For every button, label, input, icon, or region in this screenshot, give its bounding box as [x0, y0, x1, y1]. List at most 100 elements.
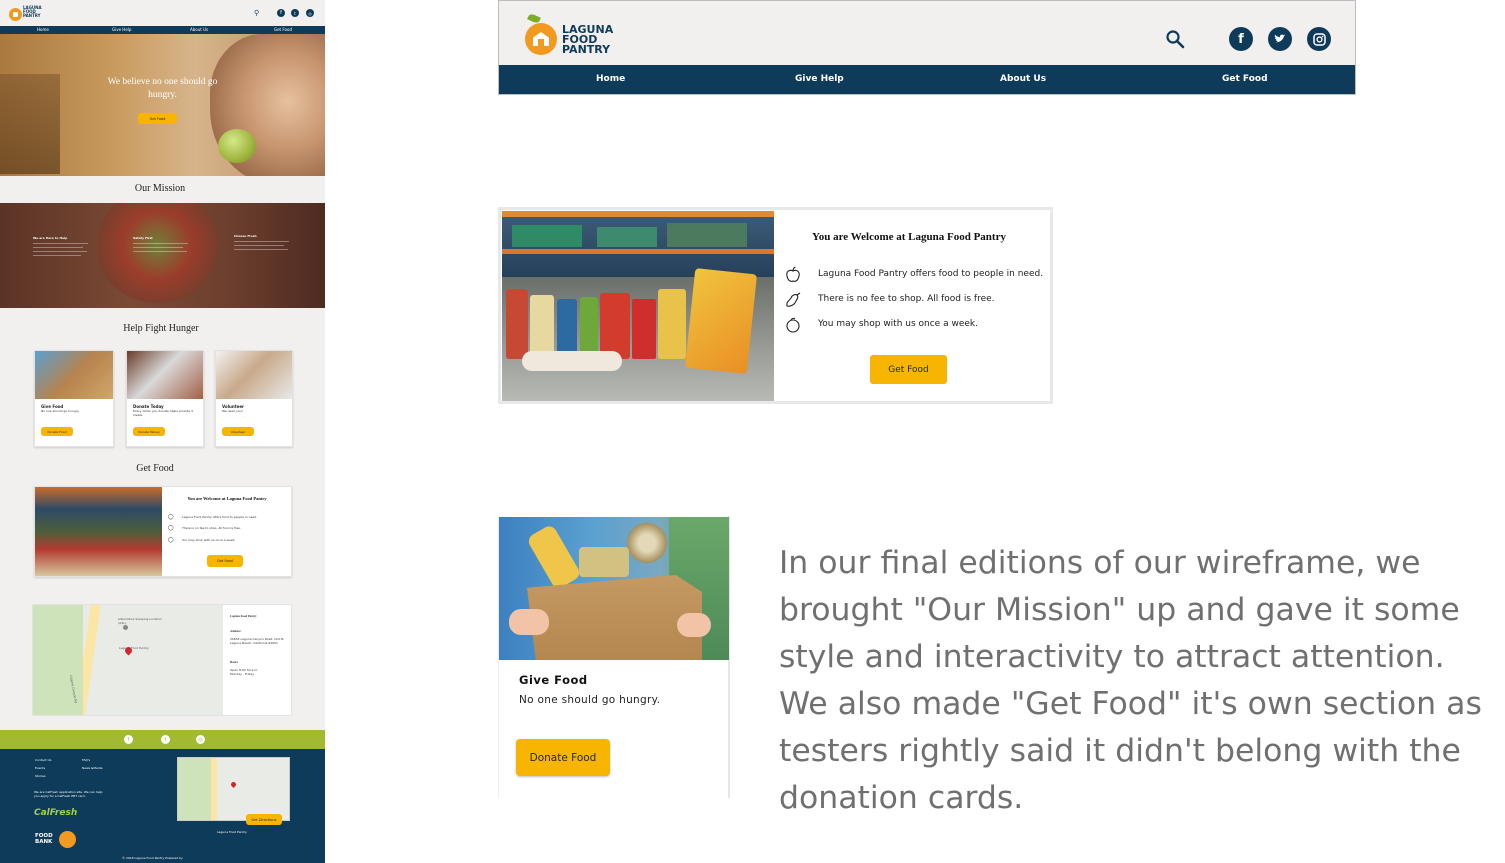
- getfood-item: There is no fee to shop. All food is fre…: [182, 526, 241, 530]
- nav-about-us[interactable]: About Us: [1000, 65, 1046, 94]
- card-title: Volunteer: [222, 404, 245, 409]
- welcome-item-1: Laguna Food Pantry offers food to people…: [818, 269, 1044, 279]
- apple-icon: ◯: [168, 514, 174, 520]
- pantry-shelf-photo: [502, 211, 774, 401]
- nav-about-us[interactable]: About Us: [190, 26, 208, 34]
- instagram-icon[interactable]: ◎: [196, 735, 205, 744]
- map-image[interactable]: Alternative Sleeping Location (ASL) Lagu…: [33, 605, 223, 715]
- getfood-item: You may shop with us once a week.: [182, 538, 236, 542]
- donate-food-button[interactable]: Donate Food: [516, 739, 610, 776]
- card-title: Donate Today: [133, 404, 164, 409]
- footer-calfresh-note: We are CalFresh application site. We can…: [34, 790, 103, 798]
- footer-link-stories[interactable]: Stories: [35, 774, 45, 778]
- mission-title: Our Mission: [134, 183, 186, 194]
- header-nav-bar: Home Give Help About Us Get Food: [499, 65, 1355, 94]
- design-note-paragraph: In our final editions of our wireframe, …: [779, 545, 1482, 816]
- get-directions-button[interactable]: Get Directions: [246, 814, 282, 825]
- footer-link-events[interactable]: Events: [35, 766, 45, 770]
- volunteer-button[interactable]: Volunteer: [222, 427, 254, 436]
- getfood-photo: [35, 487, 162, 576]
- search-icon[interactable]: ⚲: [254, 9, 259, 17]
- facebook-icon[interactable]: f: [1229, 27, 1253, 51]
- mockup-nav: Home Give Help About Us Get Food: [0, 26, 325, 34]
- search-icon[interactable]: [1165, 29, 1185, 49]
- footer-link-contact[interactable]: Contact Us: [35, 758, 51, 762]
- instagram-icon[interactable]: [1307, 27, 1331, 51]
- card-desc: We need you!: [222, 409, 243, 413]
- map-section: Alternative Sleeping Location (ASL) Lagu…: [32, 604, 292, 716]
- nav-give-help[interactable]: Give Help: [795, 65, 844, 94]
- getfood-title: Get Food: [136, 463, 174, 474]
- map-address-heading: Address:: [230, 629, 242, 633]
- nav-get-food[interactable]: Get Food: [274, 26, 292, 34]
- map-pin-label: Laguna Food Pantry: [119, 646, 149, 650]
- mockup-brand: LAGUNA FOOD PANTRY: [23, 5, 42, 18]
- card-desc: Every dollar you donate helps provide 3 …: [133, 409, 193, 417]
- logo-icon: [9, 8, 22, 21]
- full-page-mockup: LAGUNA FOOD PANTRY ⚲ f t ◎ Home Give Help …: [0, 0, 325, 863]
- mockup-header: LAGUNA FOOD PANTRY ⚲ f t ◎: [0, 0, 325, 26]
- facebook-icon[interactable]: f: [124, 735, 133, 744]
- footer-social-bar: f t ◎: [0, 730, 325, 749]
- donate-money-button[interactable]: Donate Money: [133, 427, 165, 436]
- mission-column-2[interactable]: Safety First: [133, 236, 193, 252]
- map-pin-icon: [123, 625, 128, 630]
- footer-link-news[interactable]: News &Media: [82, 766, 102, 770]
- donation-box-photo: [499, 517, 729, 660]
- map-address: 20652 Laguna Canyon Road, Unit B, Laguna…: [230, 637, 285, 645]
- getfood-card-title: You are Welcome at Laguna Food Pantry: [187, 496, 267, 501]
- welcome-item-3: You may shop with us once a week.: [818, 319, 978, 329]
- getfood-card: You are Welcome at Laguna Food Pantry La…: [34, 486, 292, 577]
- map-hours-heading: Hours: [230, 660, 239, 664]
- fruit-icon: ◯: [168, 537, 174, 543]
- calfresh-logo: CalFresh: [34, 808, 78, 818]
- foodbank-logo: FOOD BANK: [35, 833, 53, 845]
- map-hours: Open 8:00 30 a.m. Monday - Friday: [230, 668, 259, 676]
- card-image: [216, 351, 292, 399]
- getfood-button[interactable]: Get Food: [207, 555, 243, 567]
- twitter-icon[interactable]: t: [161, 735, 170, 744]
- nav-home[interactable]: Home: [37, 26, 49, 34]
- pear-icon: ◯: [168, 525, 174, 531]
- hero-headline: We believe no one should go hungry.: [107, 77, 218, 100]
- welcome-item-2: There is no fee to shop. All food is fre…: [818, 294, 995, 304]
- hero-get-food-button[interactable]: Get Food: [138, 113, 177, 124]
- foodbank-icon: [59, 831, 76, 848]
- help-title: Help Fight Hunger: [123, 323, 199, 334]
- instagram-icon[interactable]: ◎: [306, 9, 314, 17]
- footer-map[interactable]: [177, 757, 290, 821]
- nav-give-help[interactable]: Give Help: [112, 26, 131, 34]
- give-food-desc: No one should go hungry.: [519, 694, 661, 706]
- card-donate-today: Donate Today Every dollar you donate hel…: [126, 350, 204, 447]
- footer-copyright: © 2018 Laguna Food Pantry Powered by: [122, 856, 183, 860]
- logo-icon: [524, 12, 558, 57]
- card-desc: No one should go hungry.: [41, 409, 80, 413]
- twitter-icon[interactable]: [1268, 27, 1292, 51]
- map-info-name: Laguna Food Pantry: [230, 614, 257, 618]
- give-food-title: Give Food: [519, 673, 588, 687]
- orange-icon: [786, 317, 800, 333]
- map-pin-red-icon: [229, 780, 238, 789]
- footer-link-faq[interactable]: FAQ's: [82, 758, 90, 762]
- card-give-food: Give Food No one should go hungry. Donat…: [34, 350, 114, 447]
- card-image: [127, 351, 203, 399]
- welcome-title: You are Welcome at Laguna Food Pantry: [812, 231, 1006, 243]
- card-image: [35, 351, 113, 399]
- card-volunteer: Volunteer We need you! Volunteer: [215, 350, 293, 447]
- getfood-item: Laguna Food Pantry offers food to people…: [182, 515, 258, 519]
- apple-icon: [786, 266, 800, 282]
- footer-pantry-name: Laguna Food Pantry: [217, 830, 247, 834]
- twitter-icon[interactable]: t: [291, 9, 299, 17]
- hero-image: [0, 34, 325, 176]
- nav-home[interactable]: Home: [596, 65, 625, 94]
- welcome-get-food-button[interactable]: Get Food: [870, 355, 947, 384]
- donate-food-button[interactable]: Donate Food: [41, 427, 73, 436]
- map-alt-label: Alternative Sleeping Location (ASL): [118, 617, 163, 625]
- facebook-icon[interactable]: f: [277, 9, 285, 17]
- nav-get-food[interactable]: Get Food: [1222, 65, 1268, 94]
- brand-name: LAGUNA FOOD PANTRY: [562, 23, 614, 56]
- pear-icon: [786, 292, 801, 307]
- card-title: Give Food: [41, 404, 64, 409]
- mission-column-1[interactable]: We are Here to Help: [33, 236, 93, 256]
- mission-column-3[interactable]: Choose Fresh: [234, 234, 294, 250]
